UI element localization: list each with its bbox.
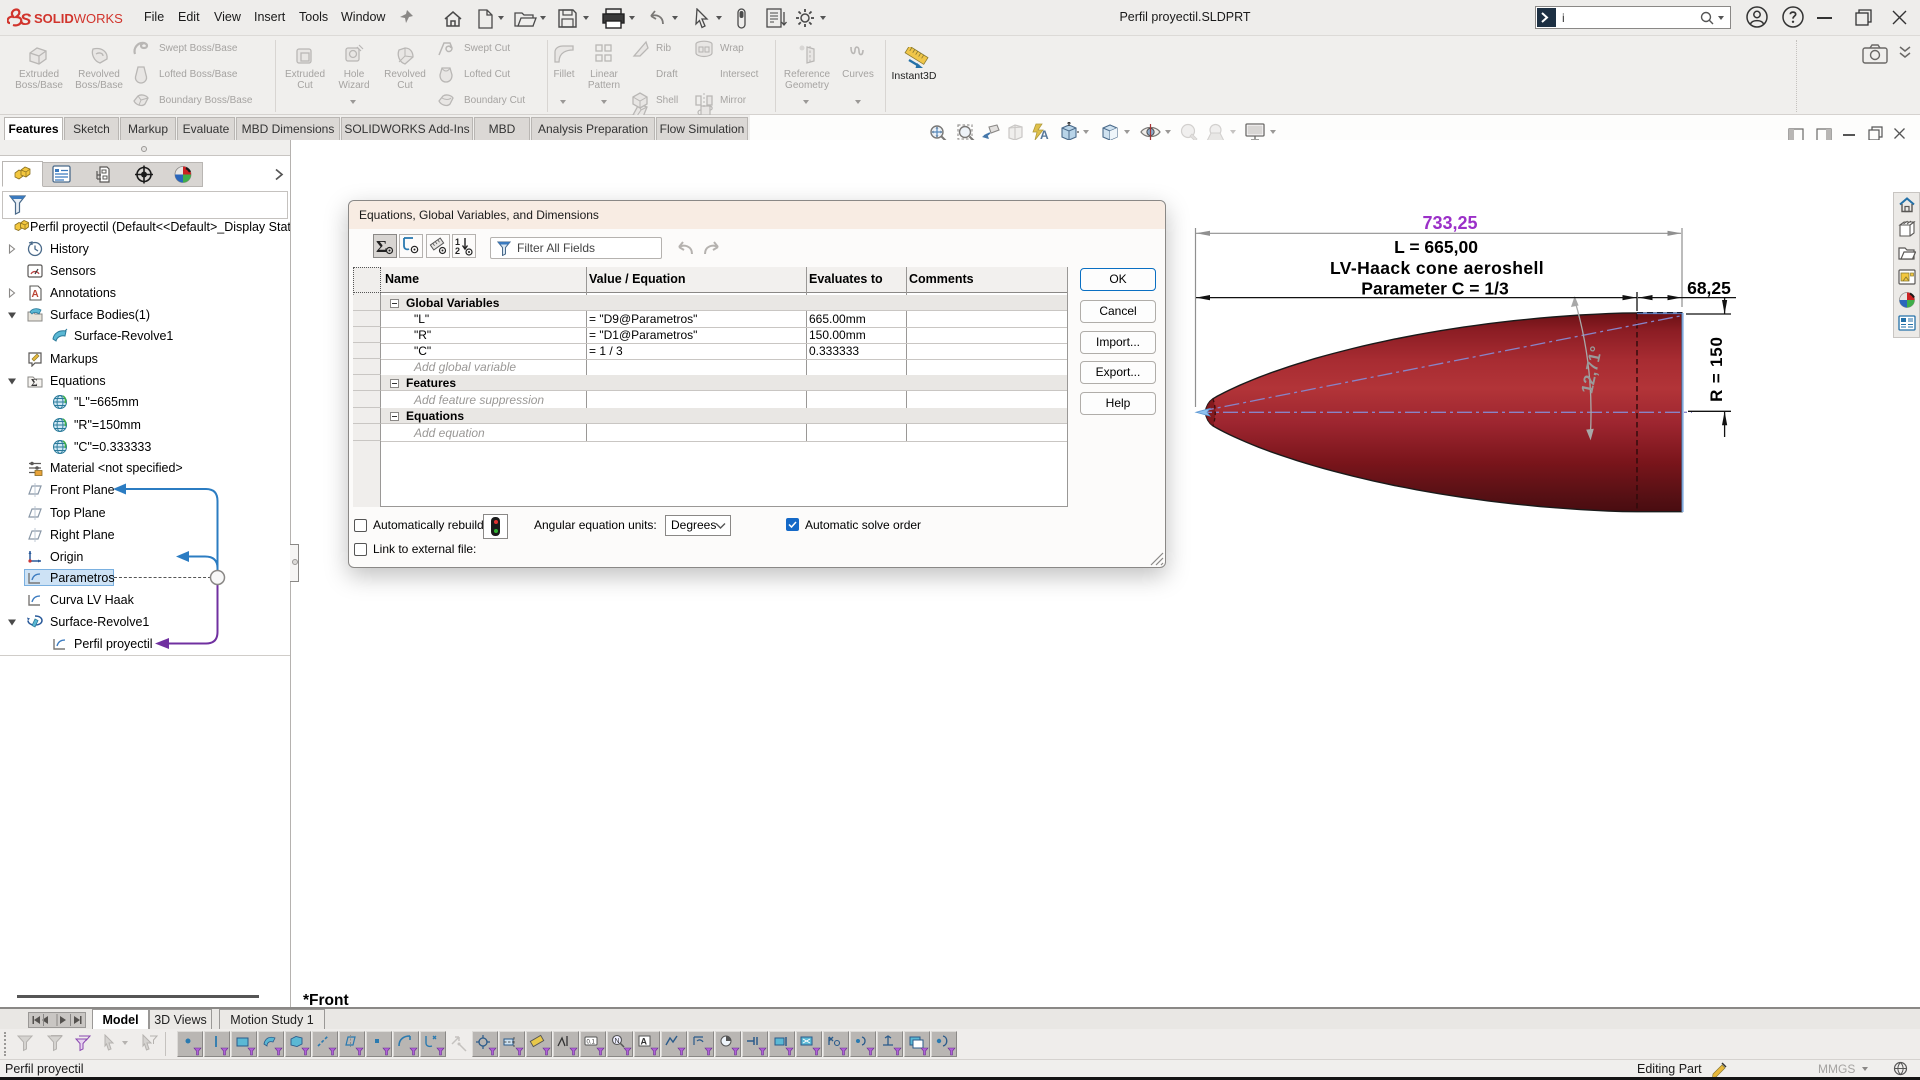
svg-text:68,25: 68,25 [1687,278,1731,298]
svg-text:733,25: 733,25 [1422,213,1477,233]
svg-text:*Front: *Front [303,992,349,1007]
svg-text:2: 2 [455,246,460,256]
svg-text:Parameter C = 1/3: Parameter C = 1/3 [1361,279,1509,299]
svg-text:N: N [615,1038,620,1045]
svg-text:A: A [641,1037,648,1047]
svg-text:L = 665,00: L = 665,00 [1394,237,1478,257]
svg-text:Σ: Σ [376,237,387,256]
svg-text:S: S [20,10,32,29]
svg-text:SOLIDWORKS: SOLIDWORKS [34,11,123,26]
svg-text:R = 150: R = 150 [1707,336,1726,402]
svg-text:LV-Haack cone aeroshell: LV-Haack cone aeroshell [1330,258,1544,278]
svg-text:0.1: 0.1 [587,1040,596,1046]
